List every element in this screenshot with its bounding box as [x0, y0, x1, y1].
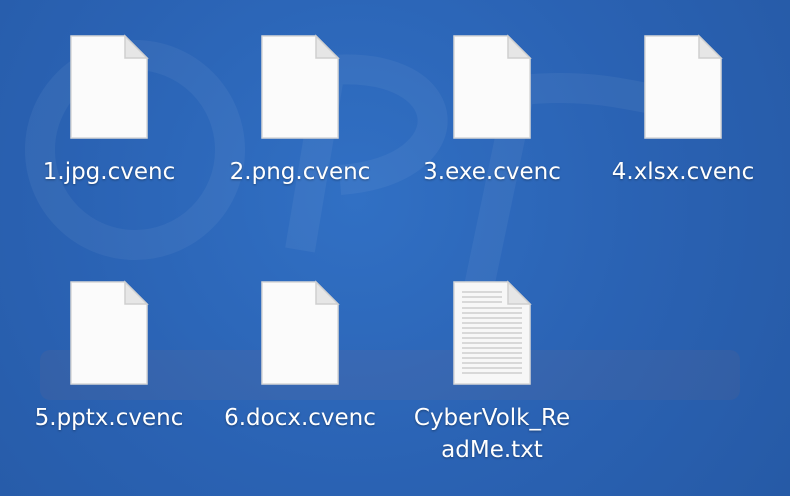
file-name: 5.pptx.cvenc: [34, 405, 184, 431]
file-name: 3.exe.cvenc: [423, 159, 561, 185]
file-name: 6.docx.cvenc: [224, 405, 376, 431]
blank-file-icon: [453, 34, 532, 139]
file-name: 2.png.cvenc: [229, 159, 371, 185]
blank-file-icon: [261, 280, 340, 385]
blank-file-icon: [70, 34, 149, 139]
text-document-icon: [453, 280, 532, 385]
blank-file-icon: [644, 34, 723, 139]
desktop: 1.jpg.cvenc 2.png.cvenc 3.exe.cvenc 4.xl…: [0, 0, 790, 496]
file-name: 1.jpg.cvenc: [42, 159, 176, 185]
file-name: CyberVolk_Re adMe.txt: [413, 405, 571, 463]
blank-file-icon: [261, 34, 340, 139]
file-name: 4.xlsx.cvenc: [611, 159, 755, 185]
blank-file-icon: [70, 280, 149, 385]
